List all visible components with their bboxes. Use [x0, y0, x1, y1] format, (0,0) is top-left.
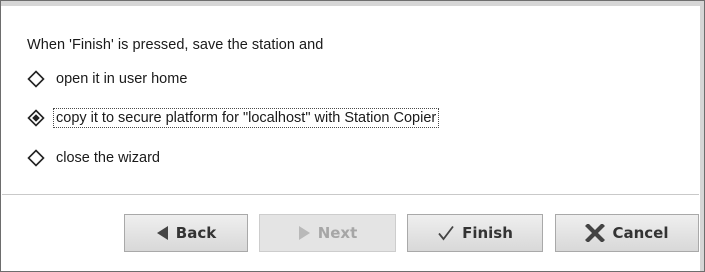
- cancel-button[interactable]: Cancel: [555, 214, 699, 252]
- option-label: close the wizard: [56, 150, 160, 166]
- panel-top-edge: [1, 1, 704, 6]
- option-label: open it in user home: [56, 71, 188, 87]
- option-label: copy it to secure platform for "localhos…: [53, 108, 440, 128]
- wizard-panel: When 'Finish' is pressed, save the stati…: [0, 0, 705, 272]
- finish-button[interactable]: Finish: [407, 214, 543, 252]
- triangle-left-icon: [156, 225, 169, 241]
- checkmark-icon: [437, 225, 455, 241]
- option-copy-to-secure-platform[interactable]: copy it to secure platform for "localhos…: [27, 107, 440, 129]
- triangle-right-icon: [298, 225, 311, 241]
- x-icon: [585, 224, 606, 242]
- next-button[interactable]: Next: [259, 214, 396, 252]
- radio-diamond-selected-icon[interactable]: [27, 109, 45, 127]
- cancel-button-label: Cancel: [612, 224, 669, 242]
- option-close-the-wizard[interactable]: close the wizard: [27, 147, 163, 169]
- back-button-label: Back: [175, 224, 217, 242]
- radio-diamond-icon[interactable]: [27, 149, 45, 167]
- option-open-in-user-home[interactable]: open it in user home: [27, 68, 190, 90]
- next-button-label: Next: [317, 224, 358, 242]
- back-button[interactable]: Back: [124, 214, 248, 252]
- finish-prompt: When 'Finish' is pressed, save the stati…: [27, 37, 324, 53]
- button-bar-divider: [2, 194, 699, 195]
- panel-right-edge: [700, 1, 704, 271]
- radio-diamond-icon[interactable]: [27, 70, 45, 88]
- finish-button-label: Finish: [462, 224, 513, 242]
